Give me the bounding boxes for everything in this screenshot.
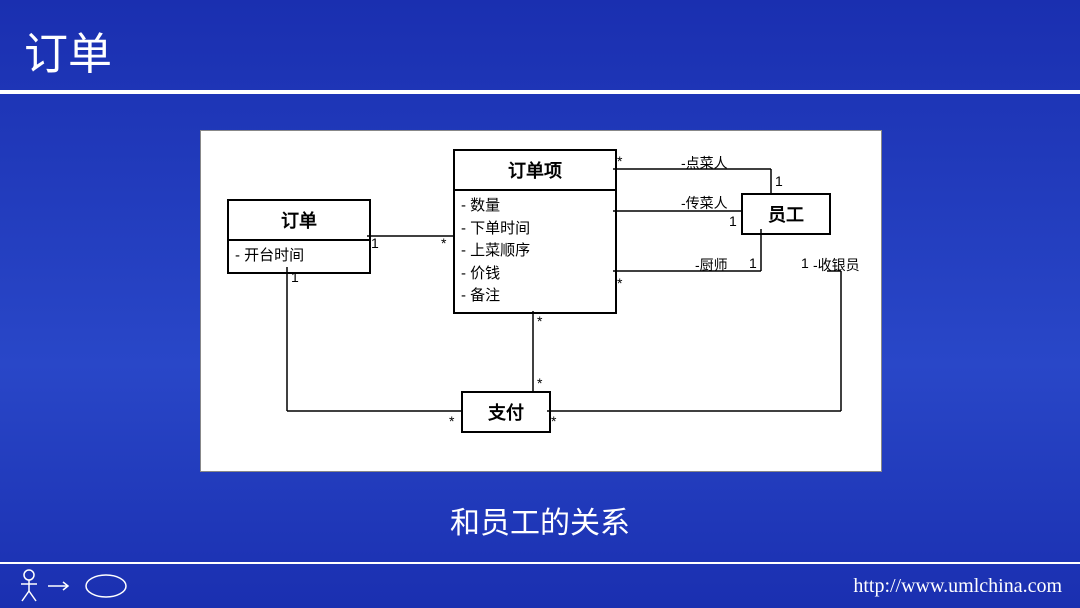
class-item-name: 订单项 [455, 151, 615, 191]
mult: 1 [729, 213, 737, 229]
uml-diagram: 订单 开台时间 订单项 数量 下单时间 上菜顺序 价钱 备注 员工 支付 [200, 130, 882, 472]
class-employee-name: 员工 [743, 195, 829, 233]
class-item-attrs: 数量 下单时间 上菜顺序 价钱 备注 [455, 191, 615, 312]
mult: * [441, 235, 446, 251]
footer: http://www.umlchina.com [0, 562, 1080, 608]
class-order-attrs: 开台时间 [229, 241, 369, 272]
mult: * [551, 413, 556, 429]
role: -传菜人 [681, 193, 728, 213]
mult: 1 [291, 269, 299, 285]
role: -厨师 [695, 255, 728, 275]
slide-title: 订单 [24, 18, 112, 82]
attr: 备注 [461, 285, 609, 308]
attr: 数量 [461, 195, 609, 218]
slide: 订单 订单 开台时间 订单项 数量 下单时间 上菜顺序 价钱 备注 员工 [0, 0, 1080, 608]
attr: 价钱 [461, 263, 609, 286]
attr: 开台时间 [235, 245, 363, 268]
class-payment-name: 支付 [463, 393, 549, 431]
mult: * [537, 313, 542, 329]
mult: 1 [749, 255, 757, 271]
class-order-name: 订单 [229, 201, 369, 241]
role: -收银员 [813, 255, 860, 275]
slide-caption: 和员工的关系 [0, 498, 1080, 542]
mult: 1 [801, 255, 809, 271]
footer-link[interactable]: http://www.umlchina.com [853, 575, 1062, 598]
mult: 1 [775, 173, 783, 189]
mult: * [617, 275, 622, 291]
attr: 下单时间 [461, 218, 609, 241]
mult: * [537, 375, 542, 391]
class-item: 订单项 数量 下单时间 上菜顺序 价钱 备注 [453, 149, 617, 314]
attr: 上菜顺序 [461, 240, 609, 263]
role: -点菜人 [681, 153, 728, 173]
class-order: 订单 开台时间 [227, 199, 371, 274]
actor-usecase-icon [18, 569, 128, 603]
class-employee: 员工 [741, 193, 831, 235]
class-payment: 支付 [461, 391, 551, 433]
mult: * [449, 413, 454, 429]
title-divider [0, 90, 1080, 94]
mult: * [617, 153, 622, 169]
mult: 1 [371, 235, 379, 251]
